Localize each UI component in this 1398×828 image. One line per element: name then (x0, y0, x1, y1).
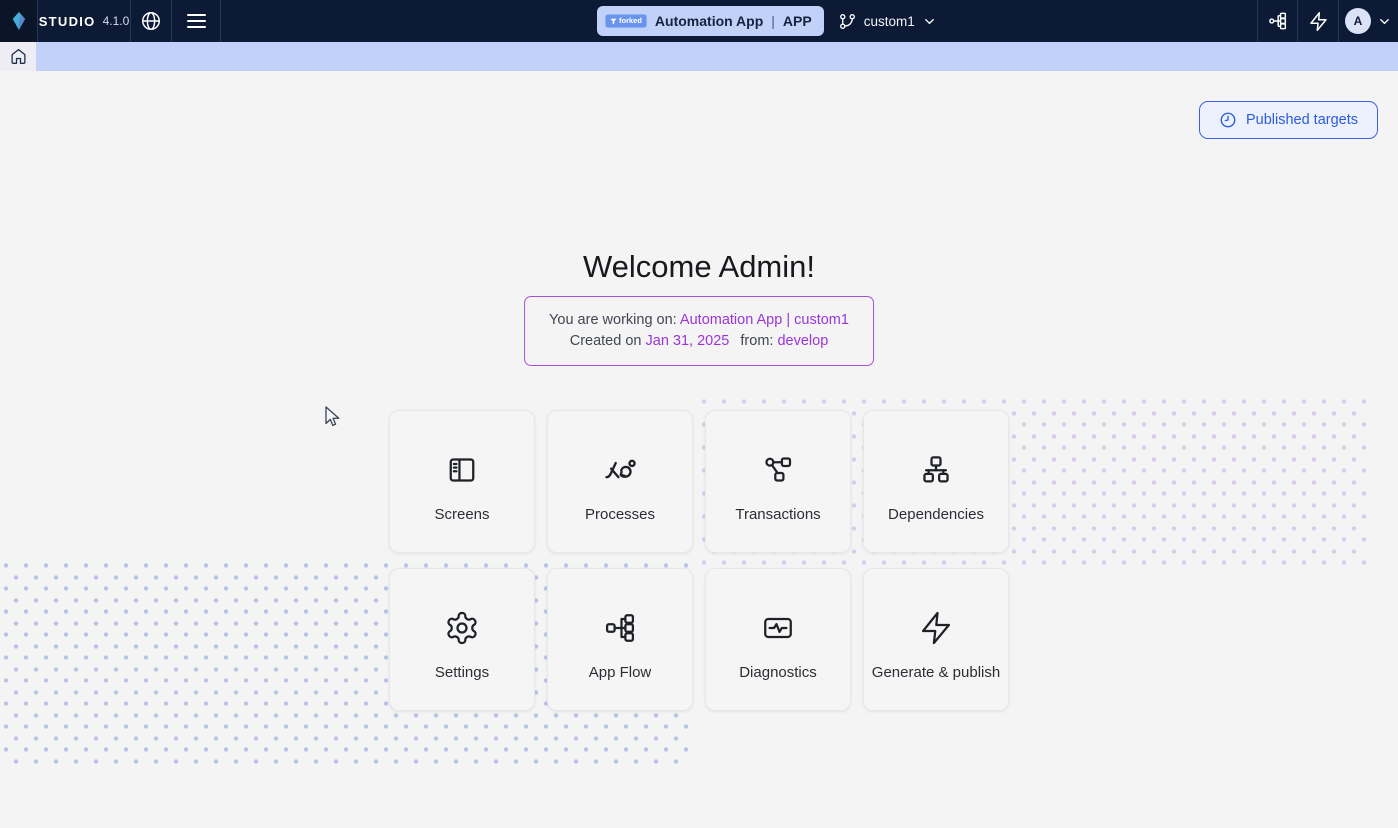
card-diagnostics[interactable]: Diagnostics (705, 568, 851, 711)
card-transactions[interactable]: Transactions (705, 410, 851, 553)
breadcrumb-bar (0, 42, 1398, 71)
topbar-right-actions: A (1257, 0, 1398, 42)
main-menu-button[interactable] (172, 0, 221, 42)
processes-icon (601, 450, 639, 490)
app-logo[interactable] (0, 0, 38, 42)
hamburger-icon (187, 14, 206, 28)
branch-selector[interactable]: custom1 (838, 12, 937, 31)
brand-name: STUDIO (39, 14, 96, 29)
app-version: 4.1.0 (103, 14, 130, 28)
dashboard-page: Published targets Welcome Admin! You are… (0, 71, 1398, 828)
card-label: Transactions (735, 506, 820, 523)
card-label: Screens (434, 506, 489, 523)
from-branch: develop (777, 333, 828, 349)
user-menu[interactable]: A (1338, 0, 1398, 42)
top-navigation-bar: STUDIO 4.1.0 forked Automation App | APP (0, 0, 1398, 42)
app-flow-icon (602, 608, 638, 648)
globe-icon (140, 10, 162, 32)
working-on-box: You are working on: Automation App | cus… (524, 296, 874, 366)
quick-actions-button[interactable] (1297, 0, 1338, 42)
org-chart-icon (1267, 10, 1289, 32)
card-app-flow[interactable]: App Flow (547, 568, 693, 711)
funnel-icon (610, 18, 617, 25)
breadcrumb-ribbon (36, 42, 1398, 71)
lightning-icon (1308, 11, 1329, 32)
card-processes[interactable]: Processes (547, 410, 693, 553)
chip-separator: | (771, 13, 775, 29)
settings-icon (444, 608, 480, 648)
hierarchy-view-button[interactable] (1257, 0, 1297, 42)
navigation-cards-grid: Screens Processes (389, 410, 1009, 711)
working-on-line1: You are working on: Automation App | cus… (549, 310, 849, 331)
git-branch-icon (838, 12, 857, 31)
dependencies-icon (918, 450, 954, 490)
generate-publish-icon (918, 608, 954, 648)
created-prefix: Created on (570, 333, 642, 349)
card-screens[interactable]: Screens (389, 410, 535, 553)
created-date: Jan 31, 2025 (646, 333, 730, 349)
published-targets-label: Published targets (1246, 112, 1358, 128)
forked-badge: forked (605, 14, 647, 28)
branch-name: custom1 (864, 14, 915, 29)
project-context: forked Automation App | APP custom1 (597, 0, 937, 42)
project-type: APP (783, 13, 812, 29)
language-globe-button[interactable] (131, 0, 172, 42)
welcome-heading: Welcome Admin! (0, 249, 1398, 285)
diagnostics-icon (760, 608, 796, 648)
home-button[interactable] (0, 42, 36, 71)
card-label: Dependencies (888, 506, 984, 523)
card-dependencies[interactable]: Dependencies (863, 410, 1009, 553)
published-targets-button[interactable]: Published targets (1199, 101, 1378, 139)
card-label: Settings (435, 664, 489, 681)
card-settings[interactable]: Settings (389, 568, 535, 711)
chevron-down-icon (1377, 14, 1392, 29)
brand-block: STUDIO 4.1.0 (38, 0, 131, 42)
card-label: Processes (585, 506, 655, 523)
screens-icon (444, 450, 480, 490)
working-on-line2: Created on Jan 31, 2025 from: develop (549, 331, 849, 352)
card-label: Diagnostics (739, 664, 817, 681)
working-on-prefix: You are working on: (549, 312, 677, 328)
card-label: Generate & publish (872, 664, 1000, 681)
transactions-icon (760, 450, 796, 490)
chevron-down-icon (922, 14, 937, 29)
mouse-cursor (322, 405, 342, 429)
user-avatar: A (1345, 8, 1371, 34)
card-label: App Flow (589, 664, 652, 681)
from-label: from: (740, 333, 773, 349)
home-icon (10, 48, 27, 65)
clock-icon (1219, 111, 1237, 129)
card-generate-publish[interactable]: Generate & publish (863, 568, 1009, 711)
studio-logo-icon (9, 11, 29, 31)
project-chip[interactable]: forked Automation App | APP (597, 6, 824, 36)
working-on-project: Automation App | custom1 (680, 312, 849, 328)
project-name: Automation App (655, 13, 763, 29)
